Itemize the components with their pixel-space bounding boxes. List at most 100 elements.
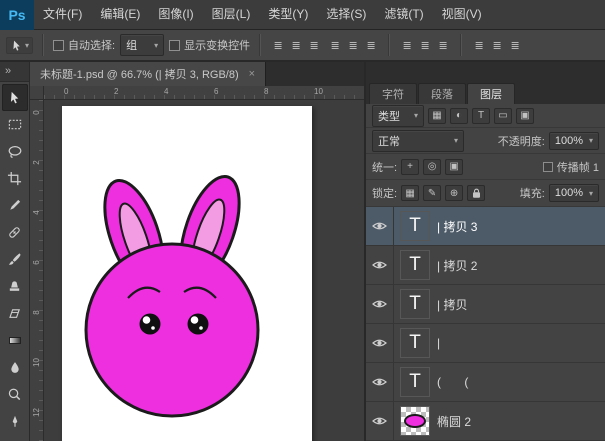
- auto-select-target-dropdown[interactable]: 组 ▾: [120, 34, 164, 56]
- dropdown-arrow-icon: ▾: [25, 41, 29, 50]
- fill-dropdown[interactable]: 100% ▾: [549, 184, 599, 202]
- eraser-tool[interactable]: [2, 300, 28, 327]
- layer-row[interactable]: T | 拷贝 3: [366, 207, 605, 246]
- ruler-number: 4: [32, 206, 41, 219]
- menu-select[interactable]: 选择(S): [317, 0, 375, 29]
- propagate-frame-checkbox[interactable]: [543, 162, 553, 172]
- distribute-center-h-icon[interactable]: ≣: [489, 39, 505, 52]
- adjustment-filter-icon[interactable]: ◐: [450, 108, 468, 124]
- text-layer-thumbnail[interactable]: T: [400, 367, 430, 397]
- layer-row[interactable]: T | 拷贝 2: [366, 246, 605, 285]
- visibility-toggle[interactable]: [366, 324, 394, 362]
- pasteboard[interactable]: [44, 100, 364, 441]
- move-tool[interactable]: [2, 84, 28, 111]
- filter-type-dropdown[interactable]: 类型 ▾: [372, 105, 424, 127]
- lock-transparency-icon[interactable]: ▦: [401, 185, 419, 201]
- crop-tool[interactable]: [2, 165, 28, 192]
- pen-tool[interactable]: [2, 408, 28, 435]
- type-filter-icon[interactable]: T: [472, 108, 490, 124]
- eye-icon: [372, 299, 387, 309]
- layer-row[interactable]: T | 拷贝: [366, 285, 605, 324]
- tab-layers[interactable]: 图层: [467, 83, 515, 104]
- tool-preset-picker[interactable]: ▾: [6, 37, 33, 54]
- show-transform-controls-checkbox[interactable]: 显示变换控件: [169, 37, 250, 53]
- document-tab[interactable]: 未标题-1.psd @ 66.7% (| 拷贝 3, RGB/8) ×: [30, 62, 266, 86]
- lock-position-icon[interactable]: ⊕: [445, 185, 463, 201]
- text-layer-thumbnail[interactable]: T: [400, 289, 430, 319]
- visibility-toggle[interactable]: [366, 402, 394, 440]
- tab-character[interactable]: 字符: [369, 83, 417, 104]
- align-left-icon[interactable]: ≣: [270, 39, 286, 52]
- distribute-bottom-icon[interactable]: ≣: [435, 39, 451, 52]
- close-icon[interactable]: ×: [249, 68, 255, 80]
- align-center-h-icon[interactable]: ≣: [288, 39, 304, 52]
- gradient-tool[interactable]: [2, 327, 28, 354]
- visibility-toggle[interactable]: [366, 246, 394, 284]
- layer-name[interactable]: 椭圆 2: [437, 413, 471, 430]
- marquee-tool-icon: [7, 117, 23, 132]
- align-right-icon[interactable]: ≣: [306, 39, 322, 52]
- distribute-top-icon[interactable]: ≣: [399, 39, 415, 52]
- text-layer-thumbnail[interactable]: T: [400, 250, 430, 280]
- unify-style-icon[interactable]: ▣: [445, 159, 463, 175]
- unify-visibility-icon[interactable]: ◎: [423, 159, 441, 175]
- menu-image[interactable]: 图像(I): [149, 0, 202, 29]
- visibility-toggle[interactable]: [366, 285, 394, 323]
- eraser-tool-icon: [7, 306, 22, 321]
- dropdown-arrow-icon: ▾: [154, 41, 158, 50]
- tool-column: »: [0, 62, 30, 441]
- canvas[interactable]: [62, 106, 312, 441]
- shape-layer-thumbnail[interactable]: [400, 406, 430, 436]
- auto-select-checkbox[interactable]: 自动选择:: [53, 37, 115, 53]
- pixel-filter-icon[interactable]: ▦: [428, 108, 446, 124]
- align-top-icon[interactable]: ≣: [327, 39, 343, 52]
- lock-row: 锁定: ▦ ✎ ⊕ 填充: 100% ▾: [366, 180, 605, 207]
- opacity-dropdown[interactable]: 100% ▾: [549, 132, 599, 150]
- tab-paragraph[interactable]: 段落: [418, 83, 466, 104]
- photoshop-window: Ps 文件(F) 编辑(E) 图像(I) 图层(L) 类型(Y) 选择(S) 滤…: [0, 0, 605, 441]
- shape-filter-icon[interactable]: ▭: [494, 108, 512, 124]
- rectangular-marquee-tool[interactable]: [2, 111, 28, 138]
- toolbar-collapse-icon[interactable]: »: [0, 62, 29, 82]
- menu-view[interactable]: 视图(V): [433, 0, 491, 29]
- text-layer-thumbnail[interactable]: T: [400, 211, 430, 241]
- layers-panel: 类型 ▾ ▦ ◐ T ▭ ▣ 正常 ▾ 不透明度:: [366, 104, 605, 441]
- smart-object-filter-icon[interactable]: ▣: [516, 108, 534, 124]
- right-dock: 字符 段落 图层 类型 ▾ ▦ ◐ T ▭ ▣: [364, 62, 605, 441]
- distribute-center-v-icon[interactable]: ≣: [417, 39, 433, 52]
- layer-name[interactable]: |: [437, 336, 440, 350]
- layer-name[interactable]: ( (: [437, 375, 468, 389]
- lock-paint-icon[interactable]: ✎: [423, 185, 441, 201]
- align-bottom-icon[interactable]: ≣: [363, 39, 379, 52]
- layer-row[interactable]: T |: [366, 324, 605, 363]
- menu-filter[interactable]: 滤镜(T): [375, 0, 432, 29]
- lock-all-icon[interactable]: [467, 185, 485, 201]
- menu-file[interactable]: 文件(F): [34, 0, 91, 29]
- layer-row[interactable]: 椭圆 2: [366, 402, 605, 441]
- visibility-toggle[interactable]: [366, 207, 394, 245]
- distribute-right-icon[interactable]: ≣: [507, 39, 523, 52]
- eyedropper-tool[interactable]: [2, 192, 28, 219]
- dodge-tool[interactable]: [2, 381, 28, 408]
- blend-mode-dropdown[interactable]: 正常 ▾: [372, 130, 464, 152]
- menu-edit[interactable]: 编辑(E): [91, 0, 149, 29]
- layer-name[interactable]: | 拷贝 2: [437, 257, 477, 274]
- text-layer-thumbnail[interactable]: T: [400, 328, 430, 358]
- ruler-number: 4: [164, 87, 168, 96]
- unify-position-icon[interactable]: +: [401, 159, 419, 175]
- layer-row[interactable]: T ( (: [366, 363, 605, 402]
- distribute-left-icon[interactable]: ≣: [471, 39, 487, 52]
- menu-layer[interactable]: 图层(L): [203, 0, 260, 29]
- brush-tool[interactable]: [2, 246, 28, 273]
- menu-type[interactable]: 类型(Y): [259, 0, 317, 29]
- clone-stamp-tool[interactable]: [2, 273, 28, 300]
- layer-name[interactable]: | 拷贝 3: [437, 218, 477, 235]
- blur-tool-icon: [8, 360, 22, 375]
- blur-tool[interactable]: [2, 354, 28, 381]
- document-tab-bar: 未标题-1.psd @ 66.7% (| 拷贝 3, RGB/8) ×: [30, 62, 364, 86]
- lasso-tool[interactable]: [2, 138, 28, 165]
- spot-healing-brush-tool[interactable]: [2, 219, 28, 246]
- align-center-v-icon[interactable]: ≣: [345, 39, 361, 52]
- layer-name[interactable]: | 拷贝: [437, 296, 467, 313]
- visibility-toggle[interactable]: [366, 363, 394, 401]
